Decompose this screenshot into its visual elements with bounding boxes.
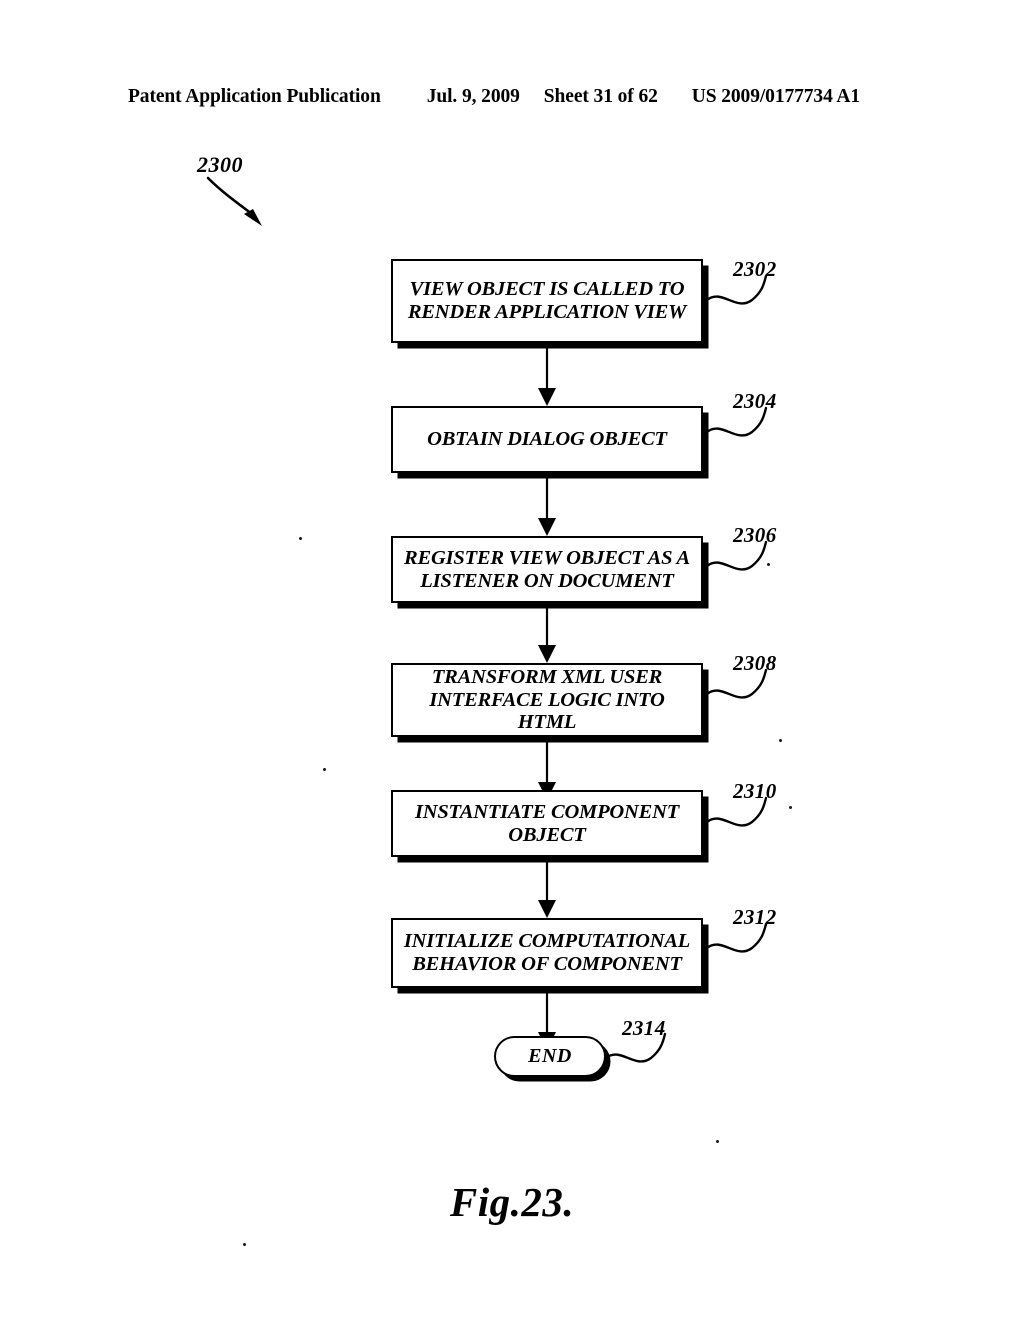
flow-node-2312-label: INITIALIZE COMPUTATIONAL BEHAVIOR OF COM… (403, 930, 691, 975)
header-sheet-number: Sheet 31 of 62 (543, 86, 658, 107)
reference-label-2306: 2306 (733, 523, 777, 547)
figure-caption: Fig.23. (449, 1179, 575, 1225)
flow-node-2314-end[interactable]: END (494, 1036, 606, 1077)
reference-leader-lines (604, 274, 768, 1063)
flow-node-2310[interactable]: INSTANTIATE COMPONENT OBJECT (391, 790, 703, 857)
scan-speck (767, 563, 770, 566)
flow-node-2312[interactable]: INITIALIZE COMPUTATIONAL BEHAVIOR OF COM… (391, 918, 703, 988)
reference-label-2310: 2310 (733, 779, 777, 803)
flow-reference-arrow (206, 176, 262, 226)
scan-speck (299, 537, 302, 540)
scan-speck (716, 1140, 719, 1143)
patent-figure-page: Patent Application Publication Jul. 9, 2… (0, 0, 1024, 1320)
reference-label-2314: 2314 (622, 1016, 666, 1040)
flow-node-2304[interactable]: OBTAIN DIALOG OBJECT (391, 406, 703, 473)
reference-label-2302: 2302 (733, 257, 777, 281)
page-header: Patent Application Publication Jul. 9, 2… (128, 86, 888, 112)
flow-node-2304-label: OBTAIN DIALOG OBJECT (427, 428, 667, 451)
reference-label-2308: 2308 (733, 651, 777, 675)
flow-node-2302[interactable]: VIEW OBJECT IS CALLED TO RENDER APPLICAT… (391, 259, 703, 343)
reference-label-2304: 2304 (733, 389, 777, 413)
flow-node-2308[interactable]: TRANSFORM XML USER INTERFACE LOGIC INTO … (391, 663, 703, 737)
flow-node-2306-label: REGISTER VIEW OBJECT AS A LISTENER ON DO… (404, 546, 690, 592)
scan-speck (243, 1243, 246, 1246)
flow-node-2308-label: TRANSFORM XML USER INTERFACE LOGIC INTO … (429, 665, 665, 734)
flow-node-2302-label: VIEW OBJECT IS CALLED TO RENDER APPLICAT… (407, 278, 687, 323)
scan-speck (779, 739, 782, 742)
flow-node-2306[interactable]: REGISTER VIEW OBJECT AS A LISTENER ON DO… (391, 536, 703, 603)
reference-label-2312: 2312 (733, 905, 777, 929)
scan-speck (789, 806, 792, 809)
flow-node-2310-label: INSTANTIATE COMPONENT OBJECT (414, 800, 680, 846)
header-publication-label: Patent Application Publication (128, 86, 381, 107)
flow-connectors (538, 343, 556, 1050)
header-patent-number: US 2009/0177734 A1 (691, 86, 861, 107)
flow-node-2314-label: END (528, 1045, 572, 1068)
header-date: Jul. 9, 2009 (426, 86, 520, 107)
scan-speck (323, 768, 326, 771)
